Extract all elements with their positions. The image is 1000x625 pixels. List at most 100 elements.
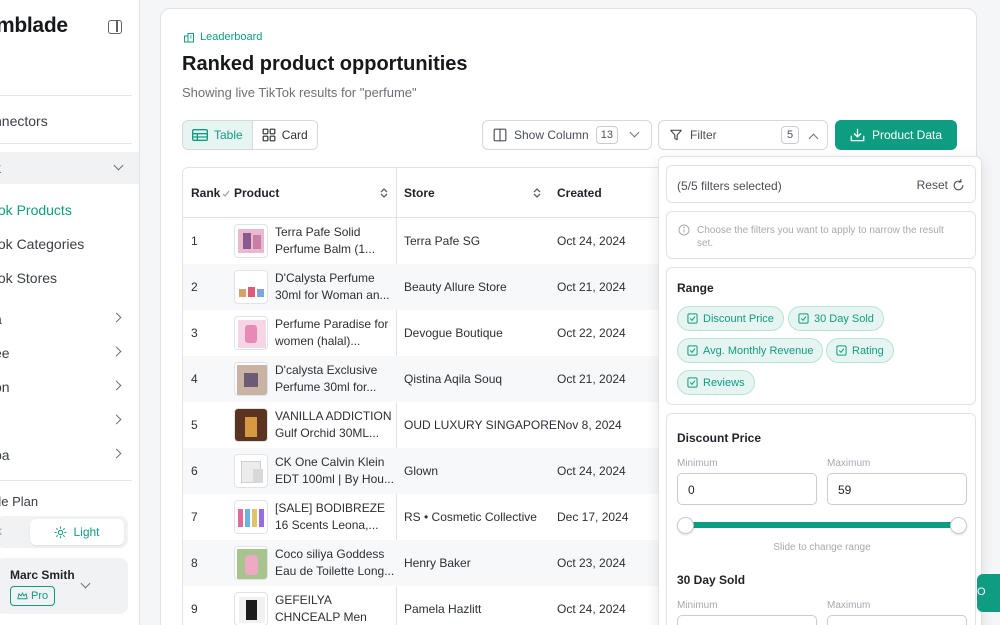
sidebar-group-label: pa (0, 447, 10, 463)
product-name-cell[interactable]: GEFEILYA CHNCEALP Men Long-Lasting... (275, 592, 395, 625)
product-data-button[interactable]: Product Data (835, 120, 957, 150)
column-header-product[interactable]: Product (234, 186, 279, 200)
created-cell: Oct 21, 2024 (557, 372, 626, 386)
chip-rating[interactable]: Rating (826, 338, 894, 363)
table-row[interactable]: 1 Terra Pafe Solid Perfume Balm (1... Te… (183, 218, 681, 264)
show-column-button[interactable]: Show Column 13 (482, 120, 652, 150)
product-name-cell[interactable]: CK One Calvin Klein EDT 100ml | By Hou..… (275, 454, 395, 488)
created-cell: Oct 24, 2024 (557, 602, 626, 616)
created-cell: Oct 21, 2024 (557, 280, 626, 294)
sidebar-item-tiktok-stores[interactable]: tok Stores (0, 270, 57, 286)
product-name-cell[interactable]: D'Calysta Perfume 30ml for Woman an... (275, 270, 395, 304)
rank-cell: 6 (191, 464, 198, 478)
sun-icon (55, 526, 67, 538)
product-name-cell[interactable]: [SALE] BODIBREZE 16 Scents Leona,... (275, 500, 395, 534)
chip-avg-monthly-revenue[interactable]: Avg. Monthly Revenue (677, 338, 824, 363)
sold-max-input[interactable] (827, 615, 967, 625)
sidebar-divider (0, 95, 132, 96)
table-row[interactable]: 3 Perfume Paradise for women (halal)... … (183, 310, 681, 356)
store-cell: Qistina Aqila Souq (404, 372, 503, 386)
view-card-button[interactable]: Card (252, 121, 317, 149)
view-table-label: Table (214, 128, 243, 142)
theme-toggle: k Light (0, 516, 128, 548)
sidebar-item-tiktok-products[interactable]: tok Products (0, 202, 72, 218)
sidebar-collapse-icon[interactable] (108, 20, 122, 34)
chip-reviews[interactable]: Reviews (677, 370, 755, 395)
chip-discount-price[interactable]: Discount Price (677, 306, 784, 331)
download-icon (850, 128, 865, 142)
table-row[interactable]: 4 D'calysta Exclusive Perfume 30ml for..… (183, 356, 681, 402)
info-icon (678, 224, 690, 236)
sort-icon[interactable] (533, 188, 541, 198)
product-name-cell[interactable]: Coco siliya Goddess Eau de Toilette Long… (275, 546, 395, 580)
table-row[interactable]: 5 VANILLA ADDICTION Gulf Orchid 30ML... … (183, 402, 681, 448)
created-cell: Oct 22, 2024 (557, 326, 626, 340)
sidebar-item-connectors[interactable]: nnectors (0, 113, 48, 129)
rank-cell: 7 (191, 510, 198, 524)
discount-slider-track[interactable] (686, 522, 958, 528)
checkbox-checked-icon (687, 345, 698, 356)
building-icon (184, 32, 194, 42)
user-name: Marc Smith (10, 568, 75, 582)
product-thumbnail (234, 270, 268, 304)
user-menu[interactable]: Marc Smith Pro (0, 558, 128, 614)
product-name-cell[interactable]: Perfume Paradise for women (halal)... (275, 316, 395, 350)
rank-cell: 8 (191, 556, 198, 570)
product-name-cell[interactable]: Terra Pafe Solid Perfume Balm (1... (275, 224, 395, 258)
sidebar-item-tiktok-categories[interactable]: tok Categories (0, 236, 84, 252)
rank-cell: 2 (191, 280, 198, 294)
chip-label: Discount Price (703, 312, 774, 325)
created-cell: Oct 23, 2024 (557, 556, 626, 570)
discount-max-input[interactable]: 59 (827, 473, 967, 505)
chip-30-day-sold[interactable]: 30 Day Sold (788, 306, 884, 331)
chevron-right-icon (111, 380, 122, 391)
sidebar-group-tiktok[interactable]: k (0, 152, 139, 184)
chevron-down-icon (113, 160, 124, 171)
product-name-cell[interactable]: D'calysta Exclusive Perfume 30ml for... (275, 362, 395, 396)
filter-dropdown: (5/5 filters selected) Reset Choose the … (658, 156, 982, 625)
column-header-store[interactable]: Store (404, 186, 435, 200)
floating-action-button[interactable]: O (977, 574, 1000, 612)
table-row[interactable]: 9 GEFEILYA CHNCEALP Men Long-Lasting... … (183, 586, 681, 625)
table-row[interactable]: 2 D'Calysta Perfume 30ml for Woman an...… (183, 264, 681, 310)
sidebar-group-label: ee (0, 345, 10, 361)
table-row[interactable]: 7 [SALE] BODIBREZE 16 Scents Leona,... R… (183, 494, 681, 540)
product-thumbnail (234, 454, 268, 488)
sold-30-title: 30 Day Sold (677, 573, 746, 587)
chevron-right-icon (111, 414, 122, 425)
product-thumbnail (234, 408, 268, 442)
crown-icon (17, 592, 28, 600)
filter-icon (670, 129, 682, 141)
breadcrumb[interactable]: Leaderboard (183, 31, 262, 43)
chevron-up-icon (808, 133, 819, 143)
sort-icon[interactable] (380, 188, 388, 198)
rank-cell: 5 (191, 418, 198, 432)
table-icon (192, 129, 208, 141)
store-cell: Beauty Allure Store (404, 280, 507, 294)
product-thumbnail (234, 500, 268, 534)
sidebar-divider (0, 143, 132, 144)
reset-button[interactable]: Reset (917, 178, 965, 192)
discount-slider-max-handle[interactable] (950, 517, 967, 534)
table-row[interactable]: 8 Coco siliya Goddess Eau de Toilette Lo… (183, 540, 681, 586)
column-header-created[interactable]: Created (557, 186, 602, 200)
filter-label: Filter (690, 128, 717, 142)
table-row[interactable]: 6 CK One Calvin Klein EDT 100ml | By Hou… (183, 448, 681, 494)
column-header-rank[interactable]: Rank (191, 186, 220, 200)
sidebar-plan-link[interactable]: de Plan (0, 494, 38, 509)
filter-button[interactable]: Filter 5 (658, 120, 828, 150)
discount-min-input[interactable]: 0 (677, 473, 817, 505)
checkbox-checked-icon (687, 313, 698, 324)
discount-slider-min-handle[interactable] (677, 517, 694, 534)
checkbox-checked-icon (798, 313, 809, 324)
range-title: Range (677, 281, 714, 295)
breadcrumb-label: Leaderboard (200, 31, 263, 43)
theme-dark-option[interactable]: k (0, 524, 2, 538)
theme-light-option[interactable]: Light (30, 519, 124, 545)
sold-min-input[interactable] (677, 615, 817, 625)
rank-cell: 4 (191, 372, 198, 386)
product-thumbnail (234, 362, 268, 396)
view-table-button[interactable]: Table (183, 121, 253, 149)
discount-max-label: Maximum (827, 458, 871, 469)
product-name-cell[interactable]: VANILLA ADDICTION Gulf Orchid 30ML... (275, 408, 395, 442)
